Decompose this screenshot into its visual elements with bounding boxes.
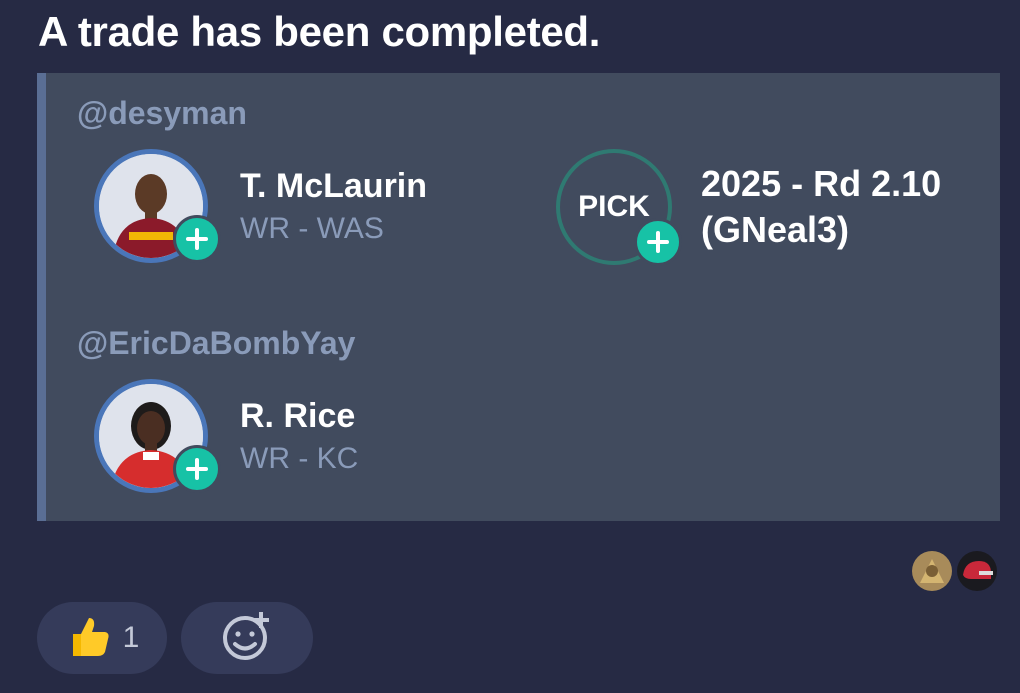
thumbs-up-icon xyxy=(65,612,113,665)
trade-card: @desyman T. McLaurin WR - WAS PICK 2025 … xyxy=(37,73,1000,521)
reaction-count: 1 xyxy=(122,621,140,654)
reader-avatar[interactable] xyxy=(912,551,952,591)
thumbs-up-reaction[interactable]: 1 xyxy=(37,602,167,674)
trade-user-2[interactable]: @EricDaBombYay xyxy=(77,325,355,362)
add-pick-button[interactable] xyxy=(634,218,682,266)
add-player-button[interactable] xyxy=(173,445,221,493)
player-name-2[interactable]: R. Rice xyxy=(240,397,355,436)
add-reaction-button[interactable] xyxy=(181,602,313,674)
message-title: A trade has been completed. xyxy=(38,8,601,55)
pick-badge-label: PICK xyxy=(578,190,650,223)
player-name-1[interactable]: T. McLaurin xyxy=(240,167,427,206)
reader-avatar[interactable] xyxy=(957,551,997,591)
trade-user-1[interactable]: @desyman xyxy=(77,95,247,132)
pick-round-label: 2025 - Rd 2.10 xyxy=(701,163,942,204)
player-position-1: WR - WAS xyxy=(240,212,384,245)
player-position-2: WR - KC xyxy=(240,442,359,475)
add-emoji-icon xyxy=(219,608,275,669)
pick-owner-label: (GNeal3) xyxy=(701,209,850,250)
add-player-button[interactable] xyxy=(173,215,221,263)
